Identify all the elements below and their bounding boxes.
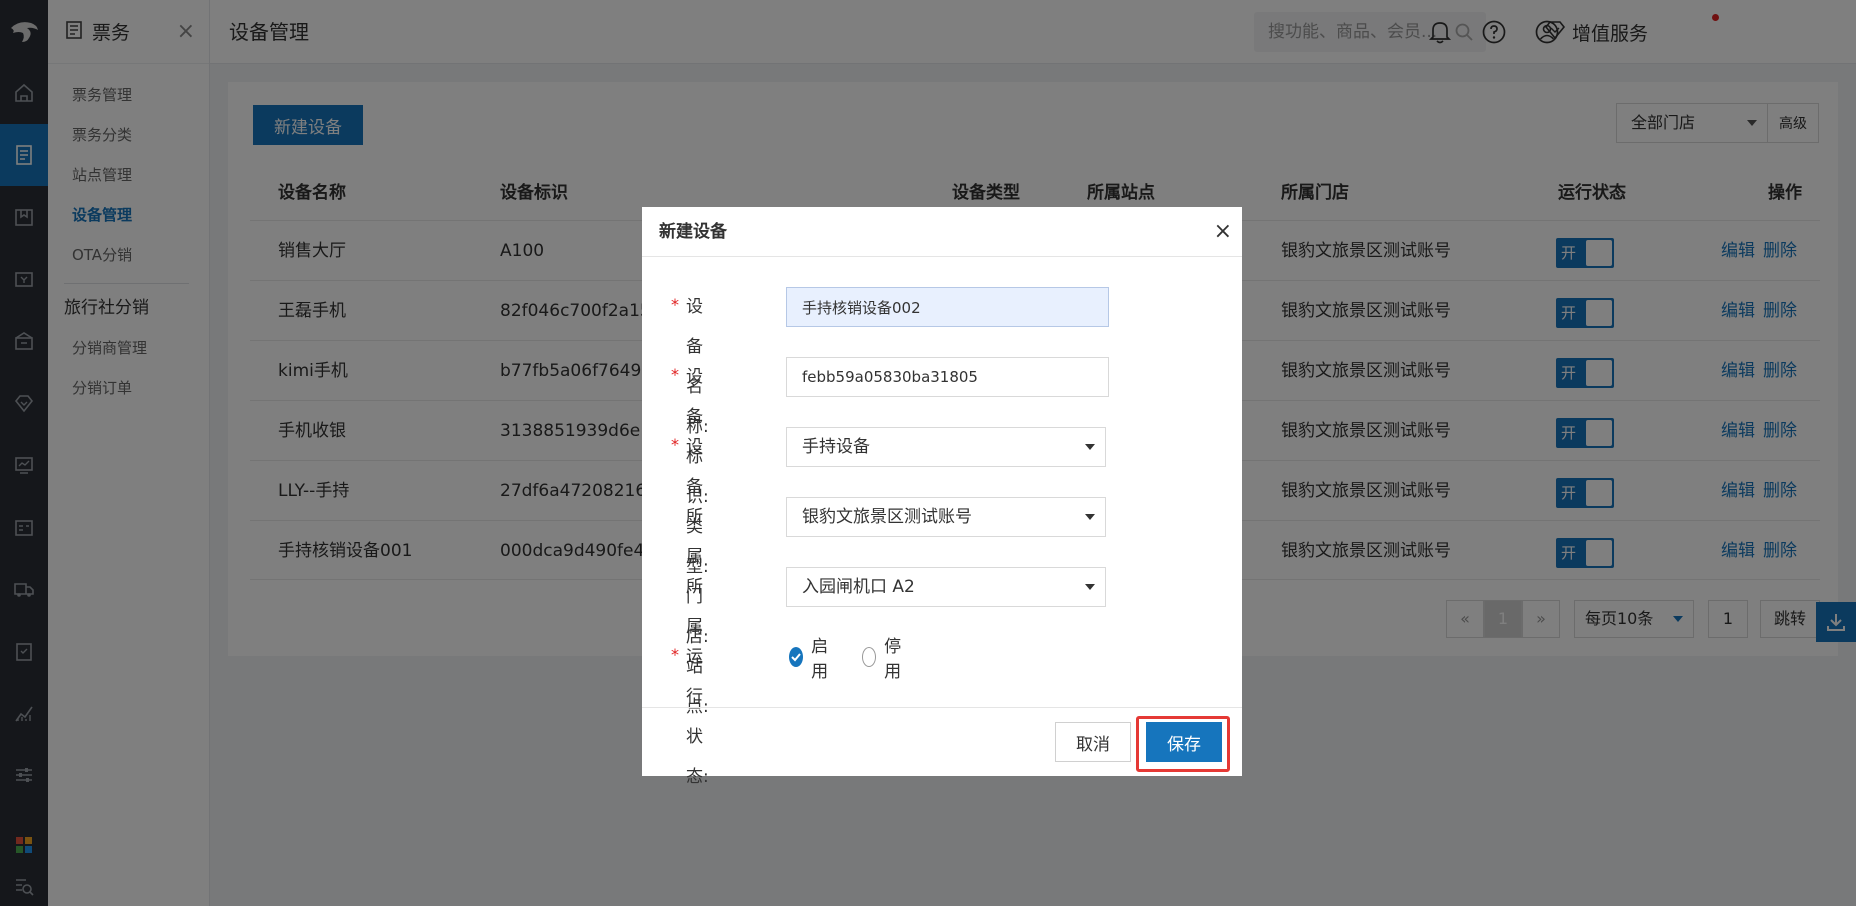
required-mark: * (671, 645, 679, 664)
required-mark: * (671, 365, 679, 384)
site-select[interactable]: 入园闸机口 A2 (786, 567, 1106, 607)
chevron-down-icon (1085, 584, 1095, 590)
new-device-dialog: 新建设备 × * 设备名称: * 设备标识: * 设备类型: 手持设备 所属门店… (642, 207, 1242, 787)
dialog-title: 新建设备 (659, 222, 727, 242)
check-icon (789, 647, 804, 667)
device-id-input[interactable] (786, 357, 1109, 397)
chevron-down-icon (1085, 444, 1095, 450)
required-mark: * (671, 295, 679, 314)
status-enabled-label: 启用 (811, 637, 829, 682)
required-mark: * (671, 435, 679, 454)
chevron-down-icon (1085, 514, 1095, 520)
dialog-header: 新建设备 × (642, 207, 1242, 257)
save-button[interactable]: 保存 (1146, 722, 1222, 762)
cancel-button[interactable]: 取消 (1055, 722, 1131, 762)
close-icon[interactable]: × (1214, 207, 1232, 257)
site-value: 入园闸机口 A2 (802, 577, 915, 597)
device-type-select[interactable]: 手持设备 (786, 427, 1106, 467)
device-name-input[interactable] (786, 287, 1109, 327)
radio-empty-icon (862, 647, 877, 667)
status-disabled-radio[interactable]: 停用 (862, 632, 907, 682)
store-select[interactable]: 银豹文旅景区测试账号 (786, 497, 1106, 537)
store-value: 银豹文旅景区测试账号 (802, 507, 972, 527)
status-disabled-label: 停用 (884, 637, 902, 682)
status-radio-group: 启用 停用 (789, 637, 935, 682)
dialog-footer: 取消 保存 (642, 707, 1242, 776)
status-enabled-radio[interactable]: 启用 (789, 632, 834, 682)
device-type-value: 手持设备 (802, 437, 870, 457)
